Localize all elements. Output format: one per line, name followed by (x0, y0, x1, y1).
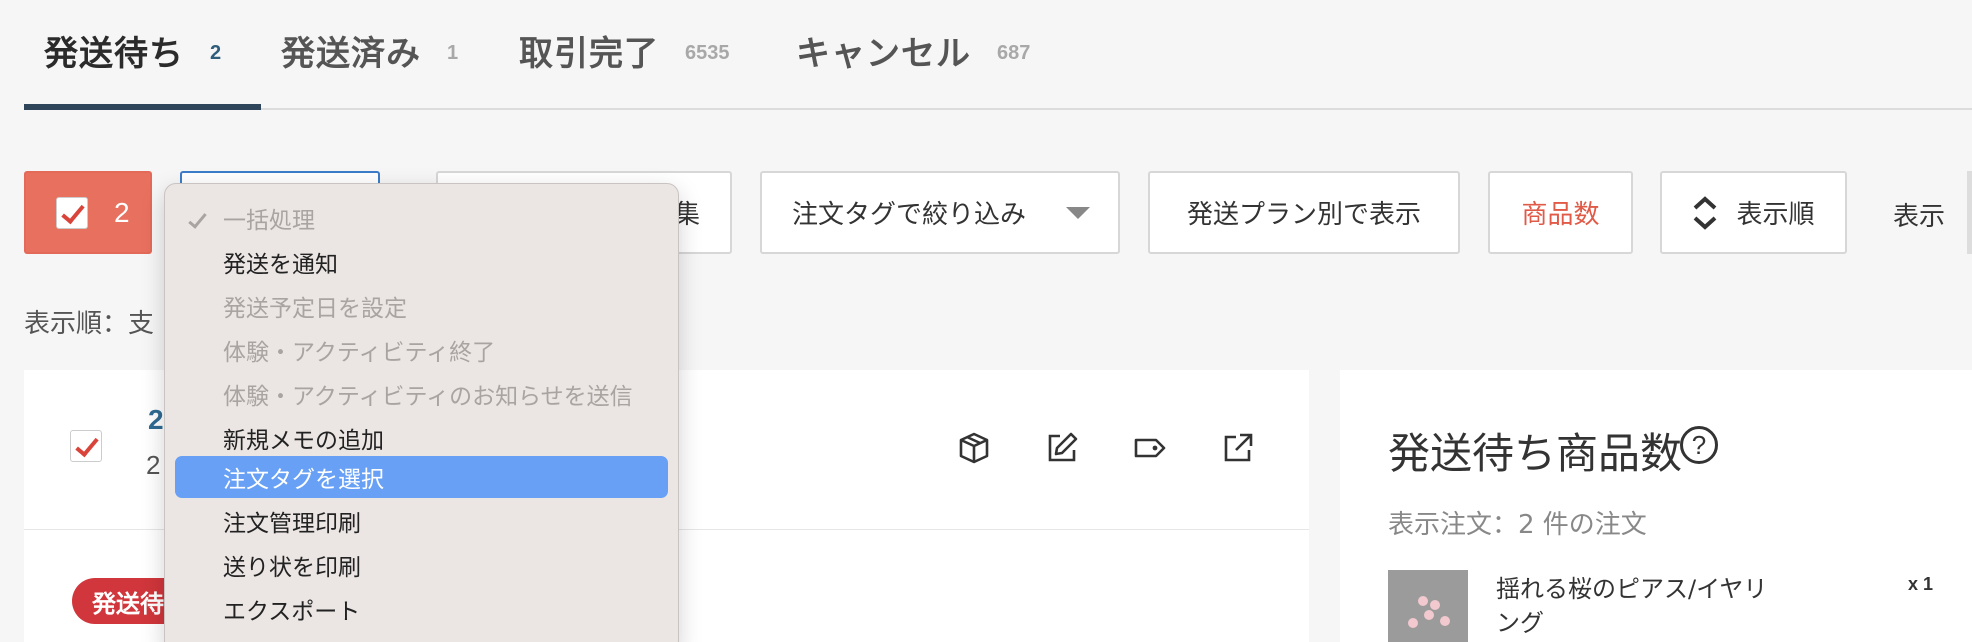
product-name[interactable]: 揺れる桜のピアス/イヤリング (1496, 572, 1786, 640)
sort-icon (1694, 195, 1717, 230)
check-icon (188, 209, 207, 229)
bulk-action-menu: 一括処理 発送を通知 発送予定日を設定 体験・アクティビティ終了 体験・アクティ… (164, 183, 679, 642)
menu-item-print-order-management[interactable]: 注文管理印刷 (175, 500, 668, 542)
caret-down-icon (1066, 207, 1090, 219)
panel-subtitle: 表示注文：2 件の注文 (1388, 510, 1647, 540)
tab-count: 6535 (685, 42, 730, 64)
menu-item-label: 注文管理印刷 (223, 511, 361, 537)
tab-count: 687 (997, 42, 1031, 64)
sort-order-label: 表示順 (1736, 200, 1815, 230)
sort-order-button[interactable]: 表示順 (1660, 171, 1847, 254)
tab-completed[interactable]: 取引完了 6535 (519, 26, 730, 110)
menu-item-label: 発送を通知 (223, 252, 338, 278)
tab-label: 発送済み (281, 34, 421, 74)
active-tab-underline (24, 104, 261, 110)
menu-item-label: 一括処理 (223, 208, 315, 234)
menu-item-export[interactable]: エクスポート (175, 588, 668, 630)
checkbox-checked-icon (56, 196, 88, 229)
item-count-button[interactable]: 商品数 (1488, 171, 1633, 254)
tab-shipped[interactable]: 発送済み 1 (281, 26, 458, 110)
menu-item-label: 体験・アクティビティ終了 (223, 340, 496, 366)
status-tabs: 発送待ち 2 発送済み 1 取引完了 6535 キャンセル 687 (24, 0, 1972, 110)
help-icon[interactable]: ? (1680, 426, 1718, 464)
tag-icon[interactable] (1132, 430, 1168, 466)
item-count-label: 商品数 (1521, 200, 1600, 230)
selected-count: 2 (114, 196, 130, 228)
menu-item-end-activity: 体験・アクティビティ終了 (175, 329, 668, 371)
menu-item-print-shipping-label[interactable]: 送り状を印刷 (175, 544, 668, 586)
product-thumbnail[interactable] (1388, 570, 1468, 642)
menu-item-label: 送り状を印刷 (223, 555, 361, 581)
tab-label: 発送待ち (44, 34, 184, 74)
external-link-icon[interactable] (1220, 430, 1256, 466)
tab-count: 1 (447, 42, 459, 64)
tab-label: キャンセル (796, 34, 971, 74)
menu-item-label: 注文タグを選択 (223, 467, 384, 493)
tab-cancelled[interactable]: キャンセル 687 (796, 26, 1030, 110)
menu-item-set-ship-date: 発送予定日を設定 (175, 285, 668, 327)
menu-item-label: 新規メモの追加 (223, 428, 384, 454)
tag-filter-label: 注文タグで絞り込み (792, 200, 1027, 230)
edit-icon[interactable] (1044, 430, 1080, 466)
tab-count: 2 (210, 42, 222, 64)
menu-item-send-activity-notice: 体験・アクティビティのお知らせを送信 (175, 373, 668, 415)
package-icon[interactable] (956, 430, 992, 466)
shipping-plan-label: 発送プラン別で表示 (1186, 200, 1421, 230)
order-date: 2 (146, 450, 161, 480)
menu-item-label: 体験・アクティビティのお知らせを送信 (223, 384, 633, 410)
pending-items-panel: 発送待ち商品数 ? 表示注文：2 件の注文 揺れる桜のピアス/イヤリング x 1 (1340, 370, 1972, 642)
sort-info: 表示順：支 (24, 309, 155, 339)
tab-label: 取引完了 (519, 34, 659, 74)
panel-title: 発送待ち商品数 (1388, 429, 1683, 478)
product-quantity: x 1 (1908, 574, 1934, 594)
menu-item-label: エクスポート (223, 599, 361, 625)
order-number[interactable]: 2 (148, 404, 164, 436)
menu-item-label: 発送予定日を設定 (223, 296, 407, 322)
menu-item-header: 一括処理 (175, 197, 668, 239)
shipping-plan-button[interactable]: 発送プラン別で表示 (1148, 171, 1460, 254)
order-checkbox[interactable] (70, 430, 102, 462)
tab-awaiting-shipment[interactable]: 発送待ち 2 (44, 26, 221, 110)
select-all-button[interactable]: 2 (24, 171, 152, 254)
tag-filter-select[interactable]: 注文タグで絞り込み (760, 171, 1120, 254)
menu-item-select-order-tag[interactable]: 注文タグを選択 (175, 456, 668, 498)
menu-item-notify-shipping[interactable]: 発送を通知 (175, 241, 668, 283)
toolbar-edge (1967, 171, 1972, 254)
display-label[interactable]: 表示 (1893, 196, 1945, 233)
menu-item-add-memo[interactable]: 新規メモの追加 (175, 417, 668, 459)
